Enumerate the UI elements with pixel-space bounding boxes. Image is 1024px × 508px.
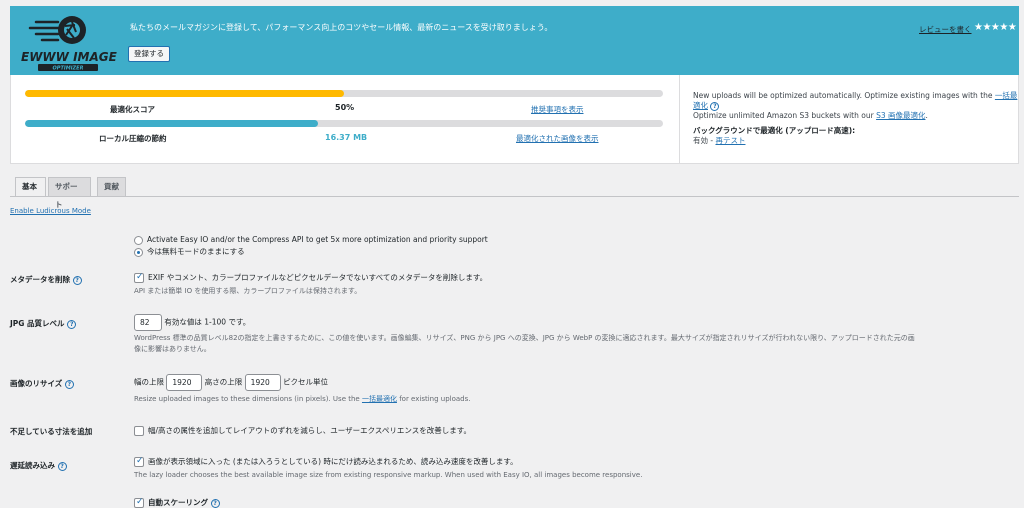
- tab-basic[interactable]: 基本: [15, 177, 46, 197]
- tab-support[interactable]: サポート: [48, 177, 91, 209]
- dimensions-checkbox[interactable]: [134, 426, 144, 436]
- score-bar: [25, 90, 663, 97]
- radio-api[interactable]: [134, 235, 143, 245]
- dimensions-option[interactable]: 幅/高さの属性を追加してレイアウトのずれを減らし、ユーザーエクスペリエンスを改善…: [134, 425, 471, 436]
- resize-description: Resize uploaded images to these dimensio…: [134, 395, 471, 403]
- write-review-link[interactable]: レビューを書く: [919, 24, 972, 35]
- max-height-input[interactable]: 1920: [244, 374, 281, 391]
- logo-subtext: OPTIMIZER: [53, 66, 84, 72]
- help-icon[interactable]: ?: [710, 101, 720, 111]
- retest-link[interactable]: 再テスト: [715, 136, 745, 145]
- jpg-quality-control: 82 有効な値は 1-100 です。: [134, 314, 250, 331]
- help-icon[interactable]: ?: [64, 379, 74, 389]
- help-icon[interactable]: ?: [57, 461, 67, 471]
- dimensions-label: 不足している寸法を追加: [10, 427, 93, 436]
- metadata-description: API または簡単 IO を使用する際、カラープロファイルは保持されます。: [134, 287, 362, 295]
- background-mode-title: バックグラウンドで最適化 (アップロード高速):: [693, 126, 856, 135]
- rating-stars-icon[interactable]: ★★★★★: [974, 22, 1017, 33]
- score-bar-fill: [25, 90, 344, 97]
- newsletter-message: 私たちのメールマガジンに登録して、パフォーマンス向上のコツやセール情報、最新のニ…: [130, 23, 553, 32]
- lazy-load-checkbox-label: 画像が表示領域に入った (または入ろうとしている) 時にだけ読み込まれるため、読…: [148, 457, 518, 466]
- subscribe-button[interactable]: 登録する: [128, 46, 170, 62]
- auto-scaling-option[interactable]: 自動スケーリング ?: [134, 497, 220, 508]
- resize-controls: 幅の上限 1920 高さの上限 1920 ピクセル単位: [134, 374, 328, 391]
- lazy-load-option[interactable]: 画像が表示領域に入った (または入ろうとしている) 時にだけ読み込まれるため、読…: [134, 456, 518, 467]
- lazy-load-checkbox[interactable]: [134, 456, 144, 467]
- info-line-2: Optimize unlimited Amazon S3 buckets wit…: [693, 111, 874, 120]
- tabs-divider: [10, 196, 1019, 197]
- view-optimized-images-link[interactable]: 最適化された画像を表示: [516, 133, 599, 144]
- jpg-quality-label: JPG 品質レベル ?: [10, 318, 77, 329]
- bulk-optimize-link-2[interactable]: 一括最適化: [362, 395, 397, 403]
- help-icon[interactable]: ?: [72, 275, 82, 285]
- mode-option-api[interactable]: Activate Easy IO and/or the Compress API…: [134, 235, 488, 245]
- max-width-label: 幅の上限: [134, 377, 164, 387]
- view-recommendations-link[interactable]: 推奨事項を表示: [531, 104, 584, 115]
- metadata-checkbox-label: EXIF やコメント、カラープロファイルなどピクセルデータでないすべてのメタデー…: [148, 273, 488, 282]
- optimization-stats-panel: 最適化スコア 50% 推奨事項を表示 ローカル圧縮の節約 16.37 MB 最適…: [10, 75, 1019, 164]
- resize-label: 画像のリサイズ ?: [10, 378, 74, 389]
- metadata-option[interactable]: EXIF やコメント、カラープロファイルなどピクセルデータでないすべてのメタデー…: [134, 272, 487, 283]
- metadata-label: メタデータを削除 ?: [10, 274, 82, 285]
- info-line-1: New uploads will be optimized automatica…: [693, 91, 993, 100]
- lazy-load-label: 遅延読み込み ?: [10, 460, 67, 471]
- jpg-quality-input[interactable]: 82: [134, 314, 162, 331]
- savings-bar: [25, 120, 663, 127]
- mode-option-free[interactable]: 今は無料モードのままにする: [134, 246, 245, 257]
- mode-option-api-label: Activate Easy IO and/or the Compress API…: [147, 235, 488, 244]
- logo-wordmark: EWWW IMAGE: [21, 50, 118, 64]
- metadata-checkbox[interactable]: [134, 272, 144, 283]
- tab-contribute[interactable]: 貢献: [97, 177, 126, 196]
- stats-divider: [679, 75, 680, 164]
- score-label: 最適化スコア: [110, 105, 155, 114]
- mode-option-free-label: 今は無料モードのままにする: [147, 247, 245, 256]
- max-height-label: 高さの上限: [204, 377, 243, 387]
- help-icon[interactable]: ?: [210, 498, 220, 508]
- s3-optimize-link[interactable]: S3 画像最適化: [876, 111, 925, 120]
- auto-scaling-label: 自動スケーリング: [148, 498, 208, 507]
- background-mode-status: 有効 -: [693, 136, 714, 145]
- savings-bar-fill: [25, 120, 319, 127]
- newsletter-banner: EWWW IMAGE OPTIMIZER 私たちのメールマガジンに登録して、パフ…: [10, 6, 1019, 75]
- resize-unit: ピクセル単位: [283, 377, 329, 387]
- help-icon[interactable]: ?: [67, 319, 77, 329]
- jpg-quality-description: WordPress 標準の品質レベル82の指定を上書きするために、この値を使いま…: [134, 334, 915, 353]
- jpg-quality-hint: 有効な値は 1-100 です。: [164, 317, 251, 327]
- enable-ludicrous-mode-link[interactable]: Enable Ludicrous Mode: [10, 207, 91, 215]
- savings-value: 16.37 MB: [325, 133, 368, 142]
- dimensions-checkbox-label: 幅/高さの属性を追加してレイアウトのずれを減らし、ユーザーエクスペリエンスを改善…: [148, 426, 471, 435]
- savings-label: ローカル圧縮の節約: [99, 134, 167, 143]
- max-width-input[interactable]: 1920: [166, 374, 203, 391]
- score-value: 50%: [335, 103, 355, 112]
- auto-scaling-checkbox[interactable]: [134, 497, 144, 508]
- lazy-load-description: The lazy loader chooses the best availab…: [134, 471, 643, 479]
- radio-free[interactable]: [134, 247, 143, 257]
- optimization-info: New uploads will be optimized automatica…: [693, 91, 1018, 145]
- ewww-logo: EWWW IMAGE OPTIMIZER: [18, 12, 118, 72]
